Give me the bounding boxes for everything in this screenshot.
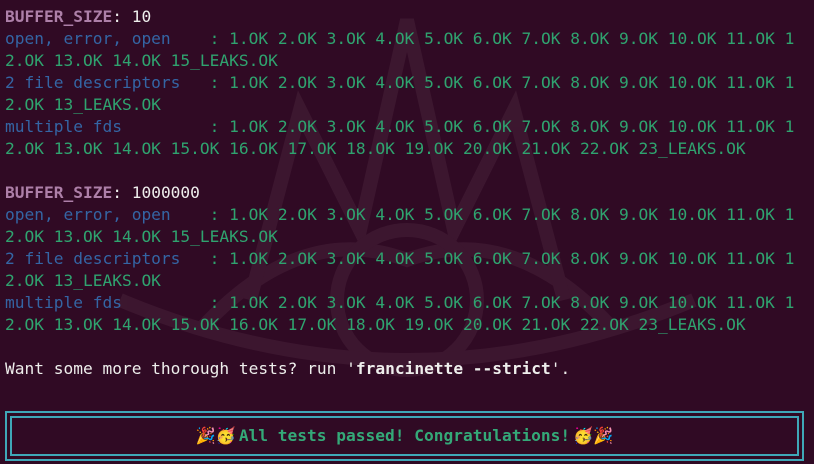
- test-name: multiple fds: [5, 117, 200, 136]
- strict-mode-hint: Want some more thorough tests? run 'fran…: [5, 358, 811, 380]
- hint-command: francinette --strict: [355, 359, 551, 378]
- test-name: open, error, open: [5, 29, 200, 48]
- buffer-size-sep: :: [112, 183, 122, 202]
- party-popper-icon: 🎉🥳: [195, 426, 236, 445]
- success-message: All tests passed! Congratulations!: [238, 426, 571, 445]
- test-name: 2 file descriptors: [5, 73, 200, 92]
- test-line-continued: 2.OK 13.OK 14.OK 15_LEAKS.OK: [5, 226, 811, 248]
- test-results: : 1.OK 2.OK 3.OK 4.OK 5.OK 6.OK 7.OK 8.O…: [199, 249, 795, 268]
- test-line-continued: 2.OK 13_LEAKS.OK: [5, 270, 811, 292]
- hint-prefix: Want some more thorough tests? run ': [5, 359, 356, 378]
- test-results-continued: 2.OK 13.OK 14.OK 15_LEAKS.OK: [5, 51, 278, 70]
- buffer-size-label: BUFFER_SIZE: [5, 7, 113, 26]
- test-line: multiple fds : 1.OK 2.OK 3.OK 4.OK 5.OK …: [5, 116, 811, 138]
- test-line-continued: 2.OK 13.OK 14.OK 15_LEAKS.OK: [5, 50, 811, 72]
- test-line: multiple fds : 1.OK 2.OK 3.OK 4.OK 5.OK …: [5, 292, 811, 314]
- test-name: multiple fds: [5, 293, 200, 312]
- test-name: open, error, open: [5, 205, 200, 224]
- test-line: open, error, open : 1.OK 2.OK 3.OK 4.OK …: [5, 28, 811, 50]
- success-banner: 🎉🥳 All tests passed! Congratulations! 🥳🎉: [5, 411, 804, 461]
- test-line: 2 file descriptors : 1.OK 2.OK 3.OK 4.OK…: [5, 72, 811, 94]
- success-banner-inner: 🎉🥳 All tests passed! Congratulations! 🥳🎉: [10, 416, 799, 456]
- buffer-size-value: 1000000: [131, 183, 200, 202]
- test-line-continued: 2.OK 13.OK 14.OK 15.OK 16.OK 17.OK 18.OK…: [5, 138, 811, 160]
- test-results: : 1.OK 2.OK 3.OK 4.OK 5.OK 6.OK 7.OK 8.O…: [199, 293, 795, 312]
- test-results-continued: 2.OK 13.OK 14.OK 15.OK 16.OK 17.OK 18.OK…: [5, 139, 746, 158]
- partying-face-icon: 🥳🎉: [573, 426, 614, 445]
- test-results: : 1.OK 2.OK 3.OK 4.OK 5.OK 6.OK 7.OK 8.O…: [199, 73, 795, 92]
- test-line: open, error, open : 1.OK 2.OK 3.OK 4.OK …: [5, 204, 811, 226]
- test-results: : 1.OK 2.OK 3.OK 4.OK 5.OK 6.OK 7.OK 8.O…: [199, 29, 795, 48]
- buffer-size-line: BUFFER_SIZE: 1000000: [5, 182, 811, 204]
- hint-suffix: '.: [550, 359, 571, 378]
- test-results: : 1.OK 2.OK 3.OK 4.OK 5.OK 6.OK 7.OK 8.O…: [199, 117, 795, 136]
- buffer-size-line: BUFFER_SIZE: 10: [5, 6, 811, 28]
- buffer-size-value: 10: [131, 7, 152, 26]
- test-line-continued: 2.OK 13.OK 14.OK 15.OK 16.OK 17.OK 18.OK…: [5, 314, 811, 336]
- test-line: 2 file descriptors : 1.OK 2.OK 3.OK 4.OK…: [5, 248, 811, 270]
- test-name: 2 file descriptors: [5, 249, 200, 268]
- test-results: : 1.OK 2.OK 3.OK 4.OK 5.OK 6.OK 7.OK 8.O…: [199, 205, 795, 224]
- test-results-continued: 2.OK 13.OK 14.OK 15_LEAKS.OK: [5, 227, 278, 246]
- test-results-continued: 2.OK 13_LEAKS.OK: [5, 95, 161, 114]
- test-results-continued: 2.OK 13_LEAKS.OK: [5, 271, 161, 290]
- buffer-size-label: BUFFER_SIZE: [5, 183, 113, 202]
- terminal-output: BUFFER_SIZE: 10 open, error, open : 1.OK…: [5, 6, 811, 380]
- buffer-size-sep: :: [112, 7, 122, 26]
- test-line-continued: 2.OK 13_LEAKS.OK: [5, 94, 811, 116]
- test-results-continued: 2.OK 13.OK 14.OK 15.OK 16.OK 17.OK 18.OK…: [5, 315, 746, 334]
